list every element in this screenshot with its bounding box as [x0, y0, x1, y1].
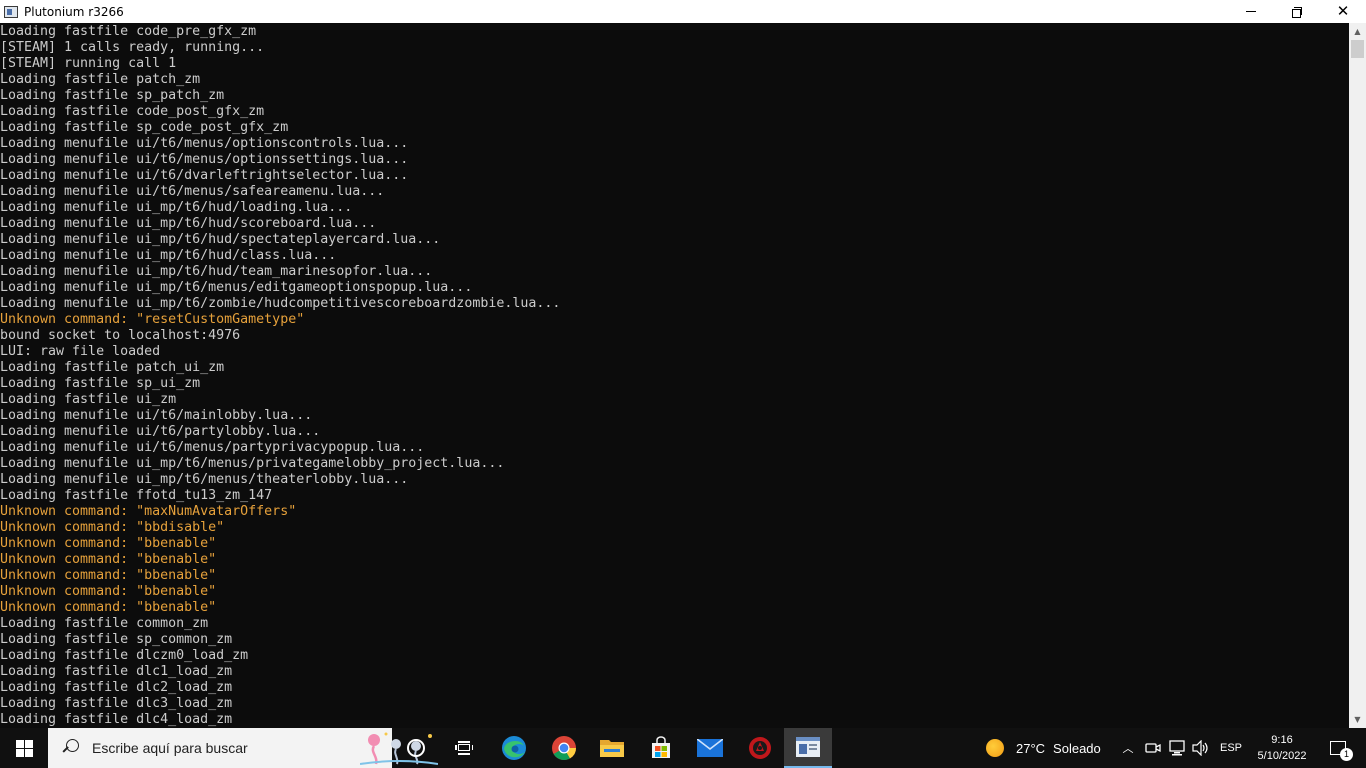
- console-line: Loading fastfile dlc4_load_zm: [0, 712, 233, 727]
- scroll-down-arrow-icon[interactable]: ▼: [1349, 711, 1366, 728]
- console-line: Loading fastfile code_pre_gfx_zm: [0, 24, 257, 39]
- app-window-icon[interactable]: [4, 5, 18, 18]
- console-line: Loading menufile ui/t6/dvarleftrightsele…: [0, 168, 409, 183]
- console-line: Loading menufile ui_mp/t6/zombie/hudcomp…: [0, 296, 561, 311]
- console-line: LUI: raw file loaded: [0, 344, 161, 359]
- microsoft-store-icon[interactable]: [637, 728, 685, 768]
- search-placeholder: Escribe aquí para buscar: [92, 740, 248, 756]
- console-warning-line: Unknown command: "bbenable": [0, 584, 217, 599]
- title-bar[interactable]: Plutonium r3266 ✕: [0, 0, 1366, 23]
- console-output[interactable]: Loading fastfile code_pre_gfx_zm [STEAM] …: [0, 23, 1349, 728]
- console-line: Loading menufile ui/t6/menus/optionssett…: [0, 152, 409, 167]
- console-line: Loading fastfile ffotd_tu13_zm_147: [0, 488, 273, 503]
- console-line: [STEAM] 1 calls ready, running...: [0, 40, 265, 55]
- vertical-scrollbar[interactable]: ▲ ▼: [1349, 23, 1366, 728]
- scrollbar-thumb[interactable]: [1351, 40, 1364, 58]
- console-line: Loading fastfile ui_zm: [0, 392, 177, 407]
- clock-date: 5/10/2022: [1257, 750, 1307, 762]
- console-line: Loading menufile ui/t6/mainlobby.lua...: [0, 408, 313, 423]
- input-language[interactable]: ESP: [1216, 728, 1246, 768]
- task-view-icon[interactable]: [440, 728, 488, 768]
- console-line: Loading fastfile common_zm: [0, 616, 209, 631]
- console-line: Loading fastfile sp_code_post_gfx_zm: [0, 120, 289, 135]
- minimize-icon: [1246, 11, 1256, 12]
- console-warning-line: Unknown command: "resetCustomGametype": [0, 312, 305, 327]
- console-line: Loading menufile ui/t6/menus/optionscont…: [0, 136, 409, 151]
- console-warning-line: Unknown command: "bbenable": [0, 536, 217, 551]
- sun-icon: [986, 739, 1004, 757]
- restore-icon: [1292, 6, 1302, 18]
- mail-icon[interactable]: [686, 728, 734, 768]
- edge-icon[interactable]: [490, 728, 538, 768]
- meet-now-icon[interactable]: [1142, 728, 1164, 768]
- console-warning-line: Unknown command: "bbenable": [0, 600, 217, 615]
- windows-logo-icon: [15, 739, 33, 757]
- console-line: Loading menufile ui_mp/t6/menus/theaterl…: [0, 472, 409, 487]
- console-line: Loading menufile ui_mp/t6/hud/spectatepl…: [0, 232, 441, 247]
- console-line: Loading fastfile sp_common_zm: [0, 632, 233, 647]
- console-line: [STEAM] running call 1: [0, 56, 177, 71]
- search-icon: [62, 739, 80, 757]
- minimize-button[interactable]: [1228, 0, 1274, 23]
- scroll-up-arrow-icon[interactable]: ▲: [1349, 23, 1366, 40]
- console-line: Loading fastfile sp_patch_zm: [0, 88, 225, 103]
- network-icon[interactable]: [1166, 728, 1188, 768]
- chrome-icon[interactable]: [540, 728, 588, 768]
- console-line: Loading fastfile patch_zm: [0, 72, 201, 87]
- weather-condition: Soleado: [1053, 740, 1101, 756]
- console-line: Loading fastfile dlc3_load_zm: [0, 696, 233, 711]
- cortana-icon[interactable]: [392, 728, 440, 768]
- console-line: Loading menufile ui_mp/t6/hud/class.lua.…: [0, 248, 337, 263]
- console-line: Loading fastfile dlc2_load_zm: [0, 680, 233, 695]
- taskbar-search-box[interactable]: Escribe aquí para buscar: [48, 728, 438, 768]
- console-window: Plutonium r3266 ✕ Loading fastfile code_…: [0, 0, 1366, 728]
- close-button[interactable]: ✕: [1320, 0, 1366, 23]
- clock-time: 9:16: [1271, 734, 1293, 746]
- notification-icon: 1: [1330, 741, 1353, 761]
- show-hidden-icons-chevron-icon[interactable]: ︿: [1118, 728, 1138, 768]
- console-line: Loading menufile ui/t6/menus/partyprivac…: [0, 440, 425, 455]
- console-line: bound socket to localhost:4976: [0, 328, 241, 343]
- plutonium-icon[interactable]: [736, 728, 784, 768]
- console-line: Loading fastfile code_post_gfx_zm: [0, 104, 265, 119]
- console-line: Loading menufile ui_mp/t6/hud/scoreboard…: [0, 216, 377, 231]
- restore-button[interactable]: [1274, 0, 1320, 23]
- close-icon: ✕: [1336, 2, 1350, 20]
- console-line: Loading menufile ui/t6/partylobby.lua...: [0, 424, 321, 439]
- weather-temperature: 27°C: [1016, 740, 1046, 756]
- console-app-icon[interactable]: [784, 728, 832, 768]
- console-line: Loading menufile ui/t6/menus/safeareamen…: [0, 184, 385, 199]
- console-line: Loading menufile ui_mp/t6/hud/loading.lu…: [0, 200, 353, 215]
- console-line: Loading menufile ui_mp/t6/hud/team_marin…: [0, 264, 433, 279]
- taskbar: Escribe aquí para buscar 27°C Soleado ︿ …: [0, 728, 1366, 768]
- console-warning-line: Unknown command: "bbenable": [0, 552, 217, 567]
- start-button[interactable]: [0, 728, 48, 768]
- volume-icon[interactable]: [1190, 728, 1212, 768]
- notification-center-button[interactable]: 1: [1318, 728, 1358, 768]
- console-warning-line: Unknown command: "bbdisable": [0, 520, 225, 535]
- console-line: Loading menufile ui_mp/t6/menus/privateg…: [0, 456, 505, 471]
- console-line: Loading menufile ui_mp/t6/menus/editgame…: [0, 280, 473, 295]
- console-line: Loading fastfile patch_ui_zm: [0, 360, 225, 375]
- file-explorer-icon[interactable]: [588, 728, 636, 768]
- console-lines: Loading fastfile code_pre_gfx_zm [STEAM] …: [0, 24, 560, 728]
- window-title: Plutonium r3266: [24, 4, 124, 19]
- console-warning-line: Unknown command: "bbenable": [0, 568, 217, 583]
- weather-widget[interactable]: 27°C Soleado: [986, 728, 1101, 768]
- console-line: Loading fastfile sp_ui_zm: [0, 376, 201, 391]
- notification-count-badge: 1: [1340, 748, 1353, 761]
- console-line: Loading fastfile dlc1_load_zm: [0, 664, 233, 679]
- system-clock[interactable]: 9:16 5/10/2022: [1250, 728, 1314, 768]
- console-line: Loading fastfile dlczm0_load_zm: [0, 648, 249, 663]
- console-warning-line: Unknown command: "maxNumAvatarOffers": [0, 504, 297, 519]
